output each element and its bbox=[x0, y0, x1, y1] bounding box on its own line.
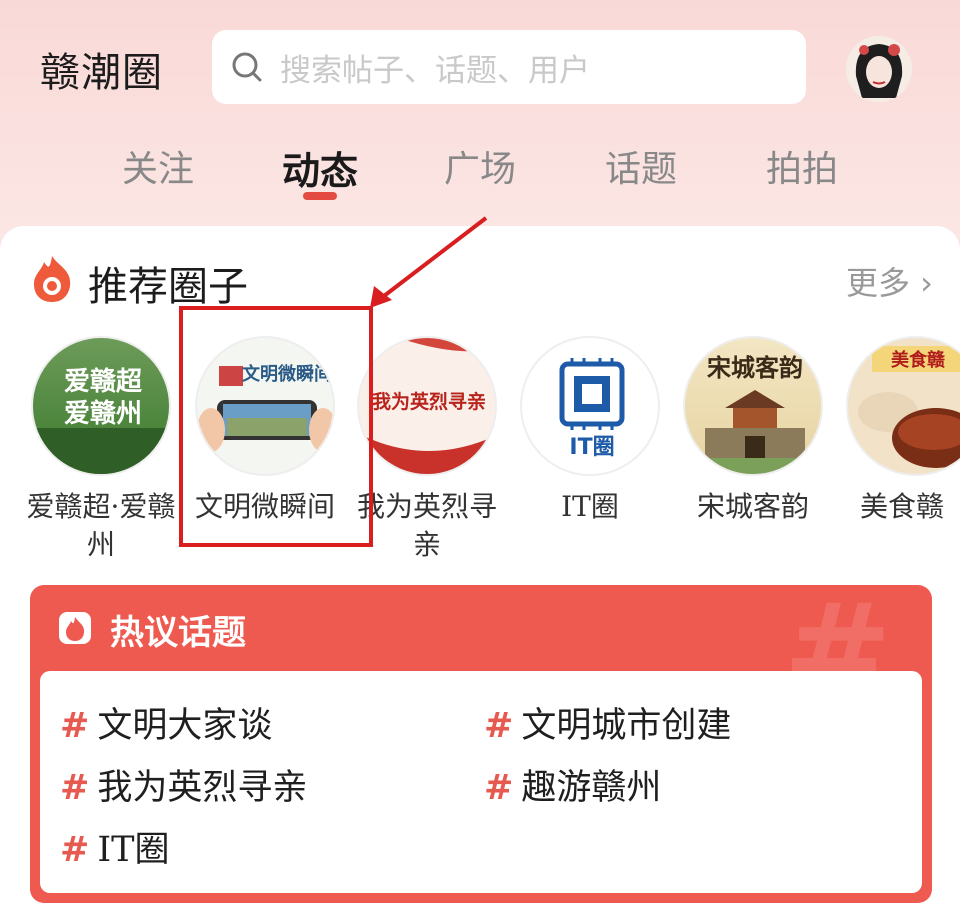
svg-text:IT圈: IT圈 bbox=[569, 435, 614, 460]
svg-text:宋城客韵: 宋城客韵 bbox=[707, 353, 803, 382]
hash-icon: # bbox=[60, 830, 90, 870]
circle-image: 美食赣 bbox=[846, 336, 960, 476]
search-icon bbox=[232, 52, 262, 82]
hot-topic-icon bbox=[59, 612, 91, 644]
recommended-title: 推荐圈子 bbox=[88, 264, 248, 310]
circle-image: 宋城客韵 bbox=[683, 336, 823, 476]
circle-name: 宋城客韵 bbox=[696, 490, 809, 523]
search-input[interactable]: 搜索帖子、话题、用户 bbox=[212, 30, 806, 104]
hash-icon: # bbox=[484, 706, 514, 746]
tab-square[interactable]: 广场 bbox=[444, 140, 516, 192]
circle-name: 我为英烈寻亲 bbox=[356, 490, 497, 561]
svg-text:我为英烈寻亲: 我为英烈寻亲 bbox=[372, 390, 486, 413]
tab-indicator bbox=[303, 192, 337, 200]
topic-item[interactable]: # 文明城市创建 bbox=[484, 697, 731, 748]
topic-item[interactable]: # 文明大家谈 bbox=[60, 697, 272, 748]
tab-topics[interactable]: 话题 bbox=[605, 140, 677, 192]
topic-item[interactable]: # IT圈 bbox=[60, 821, 170, 872]
circle-image: 爱赣超 爱赣州 bbox=[31, 336, 171, 476]
highlight-box bbox=[179, 306, 373, 547]
circle-image: IT圈 bbox=[520, 336, 660, 476]
circle-item[interactable]: 美食赣 美食赣 bbox=[842, 336, 960, 526]
tab-dynamic[interactable]: 动态 bbox=[282, 140, 358, 195]
search-placeholder: 搜索帖子、话题、用户 bbox=[280, 52, 590, 89]
hot-topics-list: # 文明大家谈 # 文明城市创建 # 我为英烈寻亲 # 趣游赣州 # IT圈 bbox=[40, 671, 922, 893]
hash-icon: # bbox=[484, 768, 514, 808]
hot-topics-panel: # 热议话题 # 文明大家谈 # 文明城市创建 # 我为英烈寻亲 # 趣游赣州 # IT圈 bbox=[30, 585, 932, 903]
tab-photos[interactable]: 拍拍 bbox=[766, 140, 838, 192]
circle-name: 爱赣超·爱赣州 bbox=[26, 490, 176, 561]
svg-text:爱赣超: 爱赣超 bbox=[64, 366, 143, 397]
circle-item[interactable]: IT圈 IT圈 bbox=[515, 336, 665, 526]
fire-icon bbox=[34, 256, 71, 302]
circle-item[interactable]: 我为英烈寻亲 我为英烈寻亲 bbox=[352, 336, 502, 564]
svg-text:美食赣: 美食赣 bbox=[891, 349, 946, 371]
circle-name: IT圈 bbox=[561, 490, 619, 523]
tab-bar: 关注 动态 广场 话题 拍拍 bbox=[0, 140, 960, 210]
tab-follow[interactable]: 关注 bbox=[122, 140, 194, 192]
circle-name: 美食赣 bbox=[860, 490, 945, 523]
svg-text:爱赣州: 爱赣州 bbox=[64, 398, 142, 429]
topic-item[interactable]: # 我为英烈寻亲 bbox=[60, 759, 307, 810]
hash-icon: # bbox=[60, 768, 90, 808]
circle-item[interactable]: 宋城客韵 宋城客韵 bbox=[678, 336, 828, 526]
more-link[interactable]: 更多 › bbox=[846, 258, 933, 304]
topic-item[interactable]: # 趣游赣州 bbox=[484, 759, 661, 810]
avatar[interactable] bbox=[846, 36, 912, 102]
hash-icon: # bbox=[60, 706, 90, 746]
app-title: 赣潮圈 bbox=[40, 50, 163, 96]
hot-topics-title: 热议话题 bbox=[110, 613, 246, 653]
circle-image: 我为英烈寻亲 bbox=[357, 336, 497, 476]
circle-item[interactable]: 爱赣超 爱赣州 爱赣超·爱赣州 bbox=[26, 336, 176, 564]
